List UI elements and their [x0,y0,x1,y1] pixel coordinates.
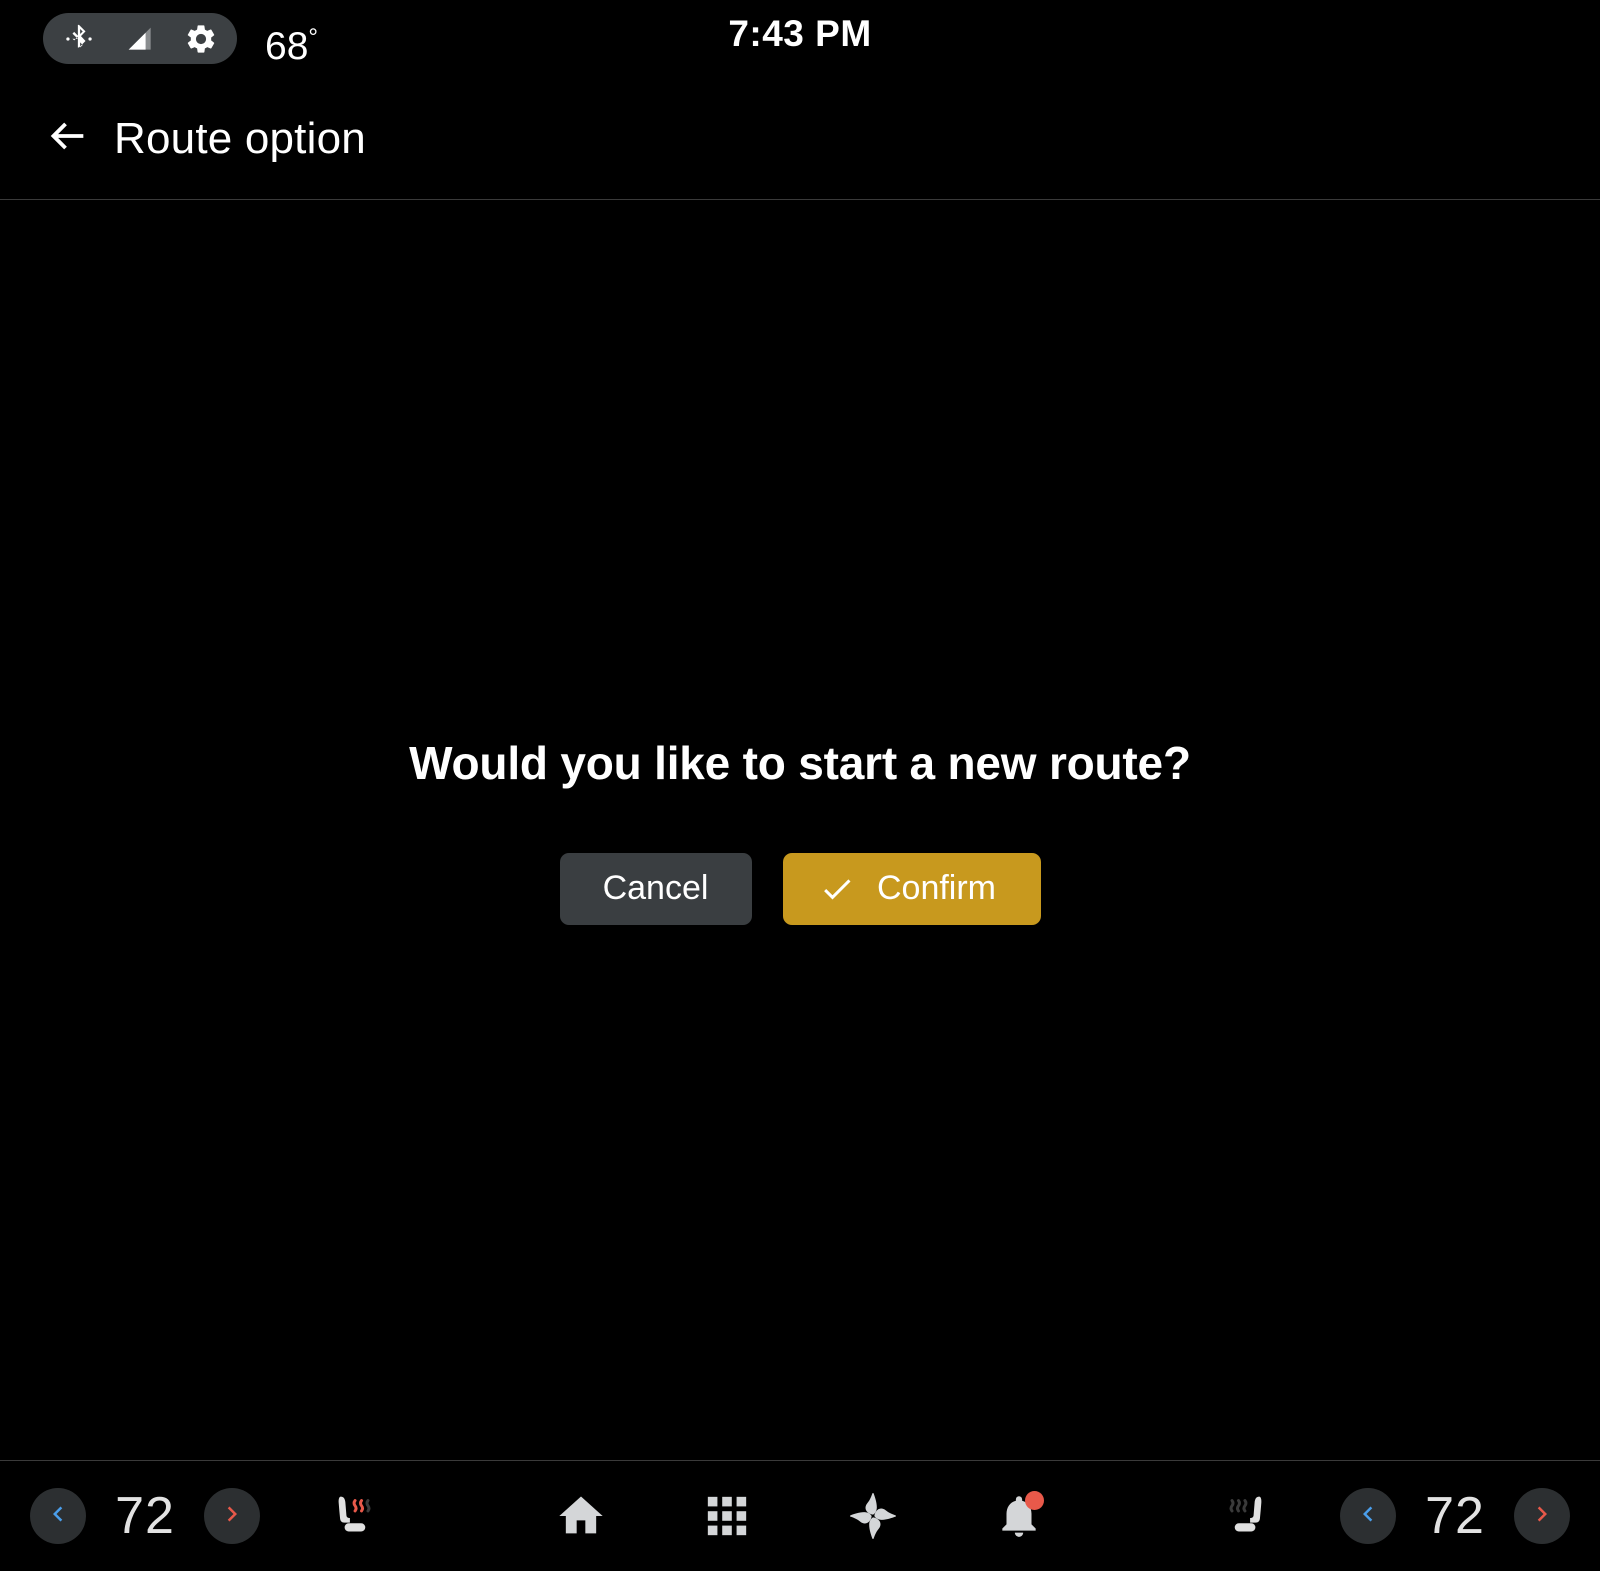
status-bar: 68° 7:43 PM [0,0,1600,78]
driver-climate-controls: 72 [30,1461,396,1571]
passenger-climate-controls: 72 [1204,1461,1570,1571]
notifications-bell-icon[interactable] [976,1473,1062,1559]
bottom-navigation-bar: 72 72 [0,1461,1600,1571]
apps-grid-icon[interactable] [684,1473,770,1559]
driver-temp-decrease-button[interactable] [30,1488,86,1544]
confirm-button-label: Confirm [876,869,997,907]
passenger-temperature-value: 72 [1425,1487,1485,1545]
confirm-button[interactable]: Confirm [782,852,1041,925]
page-title: Route option [114,113,366,163]
passenger-temp-decrease-button[interactable] [1340,1488,1396,1544]
chevron-left-icon [43,1499,73,1534]
passenger-temp-increase-button[interactable] [1514,1488,1570,1544]
notification-badge [1025,1491,1044,1510]
dialog-message: Would you like to start a new route? [409,736,1191,789]
check-icon [819,871,855,907]
chevron-right-icon [1527,1499,1557,1534]
heated-seat-icon [1216,1483,1278,1550]
home-icon[interactable] [538,1473,624,1559]
main-content: Would you like to start a new route? Can… [0,200,1600,1460]
cancel-button[interactable]: Cancel [559,852,752,925]
passenger-heated-seat-button[interactable] [1204,1473,1290,1559]
app-header: Route option [0,78,1600,199]
driver-temp-increase-button[interactable] [204,1488,260,1544]
driver-temperature-value: 72 [115,1487,175,1545]
chevron-right-icon [217,1499,247,1534]
dialog-actions: Cancel Confirm [559,852,1041,925]
back-button[interactable] [25,96,111,182]
heated-seat-icon [322,1483,384,1550]
chevron-left-icon [1353,1499,1383,1534]
arrow-left-icon [45,113,91,164]
cancel-button-label: Cancel [602,869,709,907]
fan-icon[interactable] [830,1473,916,1559]
new-route-dialog: Would you like to start a new route? Can… [0,200,1600,1460]
status-clock: 7:43 PM [728,13,872,54]
driver-heated-seat-button[interactable] [310,1473,396,1559]
